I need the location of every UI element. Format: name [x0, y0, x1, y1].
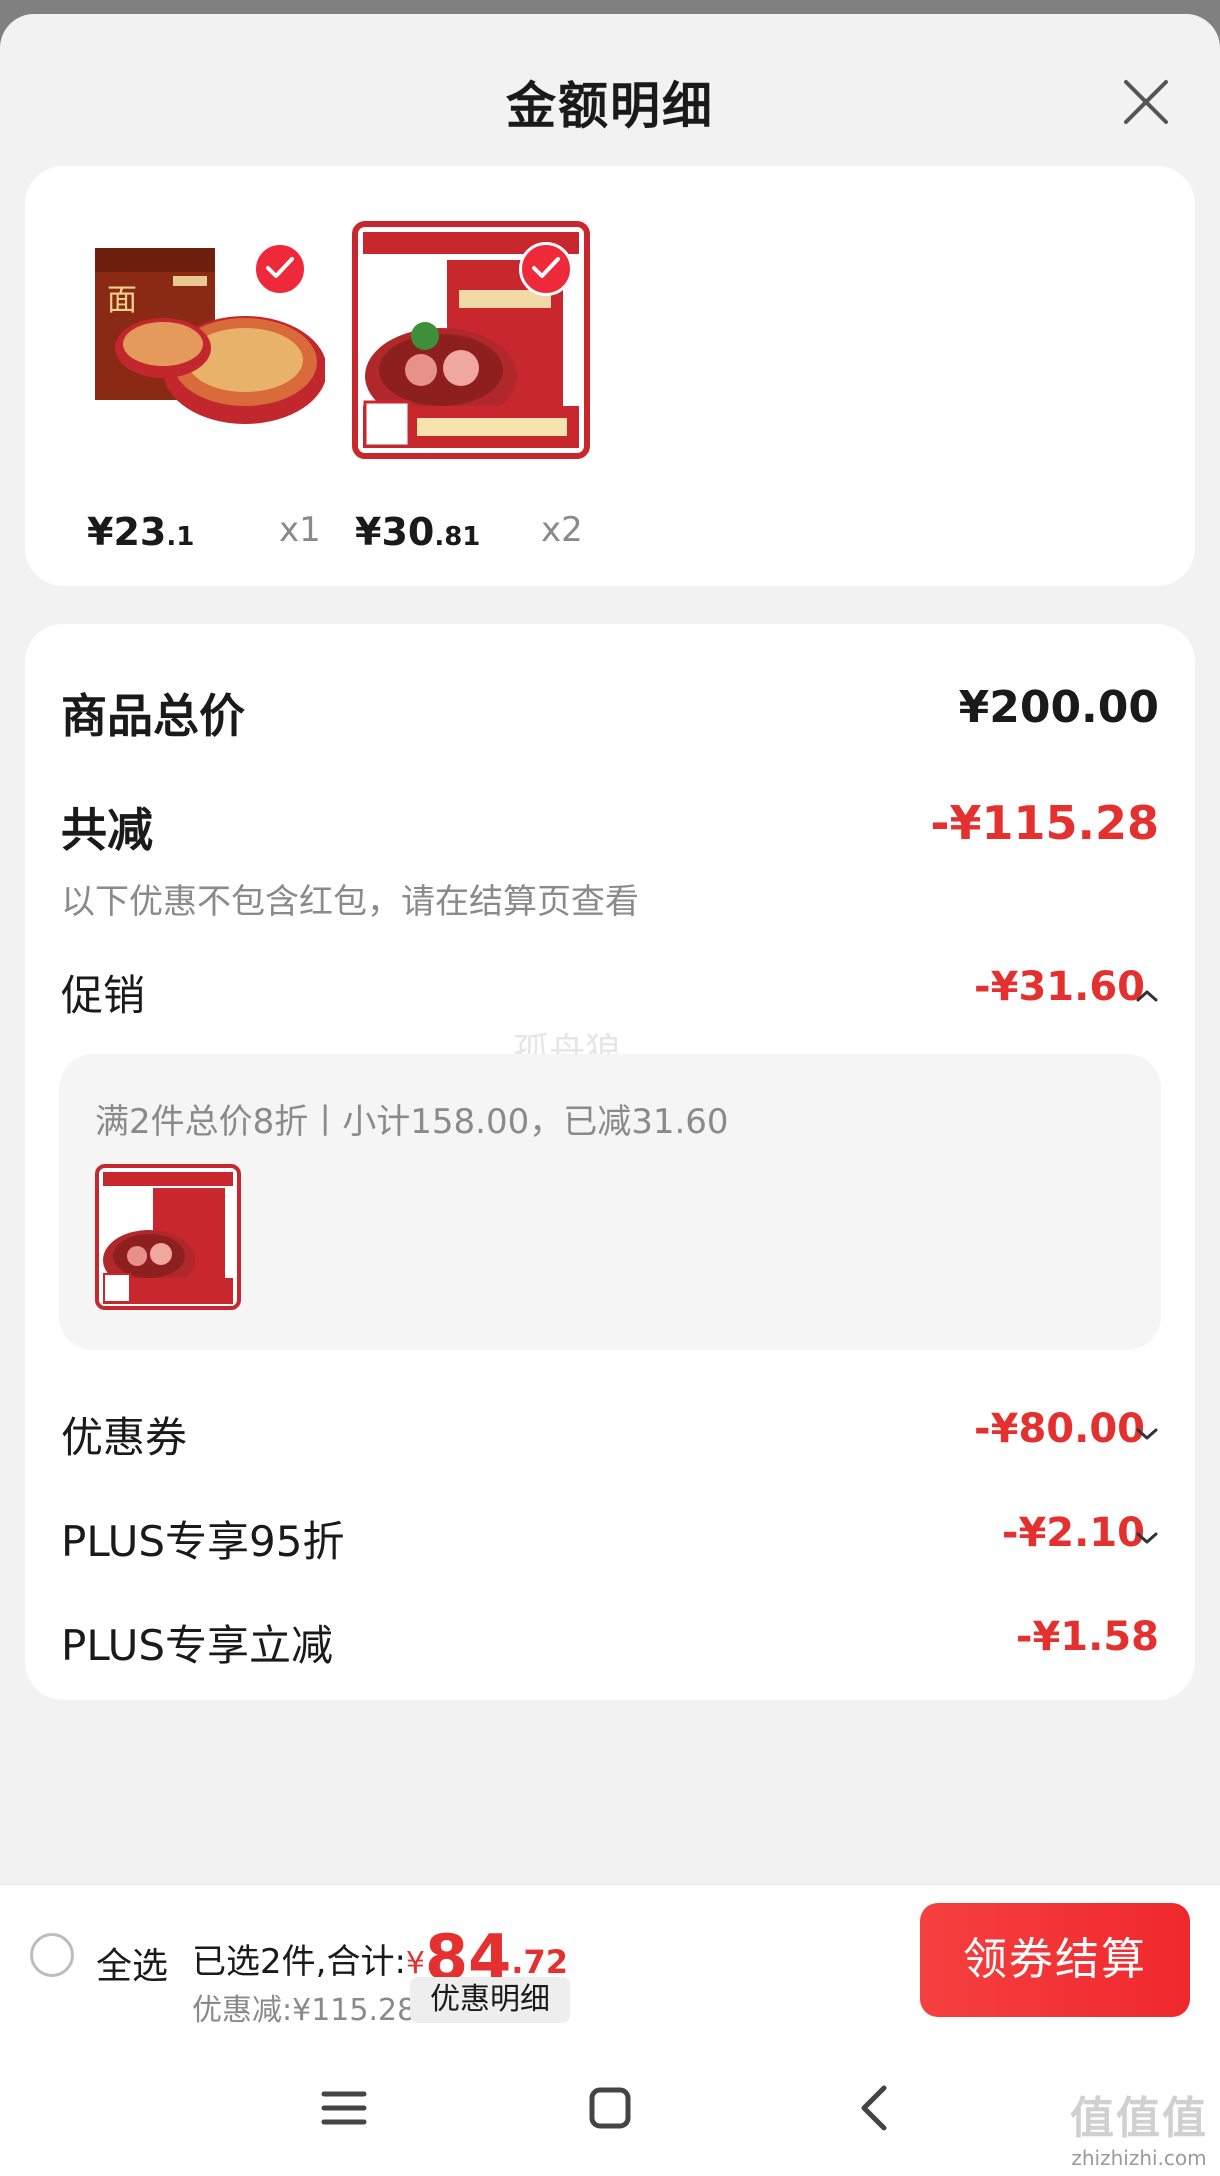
- plus95-value[interactable]: -¥2.10: [1002, 1510, 1145, 1556]
- checked-icon[interactable]: [519, 242, 573, 296]
- checkout-bar: 全选 已选2件,合计:¥84.72 优惠减:¥115.28 优惠明细 领券结算: [0, 1884, 1220, 2035]
- home-icon[interactable]: [580, 2078, 640, 2138]
- saved-amount: 优惠减:¥115.28: [192, 1993, 417, 2028]
- svg-text:面: 面: [107, 283, 137, 318]
- total-currency: ¥: [405, 1946, 425, 1981]
- chevron-up-icon[interactable]: [1135, 988, 1159, 1004]
- back-icon[interactable]: [846, 2078, 906, 2138]
- system-nav-bar: 值值值 zhizhizhi.com: [0, 2034, 1220, 2176]
- product-item-2[interactable]: [351, 220, 591, 520]
- plus95-label[interactable]: PLUS专享95折: [61, 1508, 344, 1569]
- site-watermark: 值值值 zhizhizhi.com: [1070, 2082, 1208, 2170]
- select-all-label[interactable]: 全选: [96, 1937, 168, 1989]
- menu-icon[interactable]: [314, 2078, 374, 2138]
- promo-product-thumb[interactable]: [95, 1164, 241, 1310]
- price-decimal: .1: [166, 522, 195, 552]
- site-watermark-logo: 值值值: [1070, 2093, 1208, 2144]
- product-item-1[interactable]: 面: [85, 220, 325, 520]
- chevron-down-icon[interactable]: [1135, 1530, 1159, 1546]
- product-qty-1: x1: [279, 510, 321, 550]
- promo-detail-box: 满2件总价8折丨小计158.00，已减31.60: [59, 1054, 1161, 1350]
- price-integer: ¥23: [87, 510, 167, 554]
- plus-reduce-label: PLUS专享立减: [61, 1621, 334, 1670]
- close-icon[interactable]: [1118, 74, 1174, 130]
- page-title: 金额明细: [506, 77, 714, 135]
- product-price-2: ¥30.81: [355, 510, 480, 554]
- checked-icon[interactable]: [253, 242, 307, 296]
- select-all-radio[interactable]: [30, 1933, 74, 1977]
- coupon-label[interactable]: 优惠券: [61, 1404, 187, 1465]
- products-card: 面 ¥23.1 x1 ¥30.81 x2: [25, 166, 1195, 586]
- price-decimal: .81: [434, 522, 481, 552]
- site-watermark-url: zhizhizhi.com: [1071, 2146, 1207, 2170]
- price-integer: ¥30: [355, 510, 435, 554]
- selected-count-text: 已选2件,合计:: [192, 1942, 406, 1982]
- total-decimal: .72: [511, 1943, 568, 1981]
- total-reduce-label: 共减: [61, 803, 153, 857]
- total-price-value: ¥200.00: [958, 682, 1159, 733]
- promo-value[interactable]: -¥31.60: [974, 964, 1145, 1010]
- total-price-label: 商品总价: [61, 689, 245, 743]
- discount-detail-button[interactable]: 优惠明细: [410, 1977, 570, 2023]
- checkout-button[interactable]: 领券结算: [920, 1903, 1190, 2017]
- product-qty-2: x2: [541, 510, 583, 550]
- amount-detail-sheet: 金额明细 面 ¥23.1 x1 ¥30.81 x2 商品总价 ¥200.00 共…: [0, 14, 1220, 2176]
- promo-label[interactable]: 促销: [61, 962, 145, 1023]
- price-detail-card: 商品总价 ¥200.00 共减 -¥115.28 以下优惠不包含红包，请在结算页…: [25, 624, 1195, 1700]
- total-reduce-value: -¥115.28: [930, 796, 1159, 850]
- reduce-note: 以下优惠不包含红包，请在结算页查看: [61, 882, 639, 922]
- coupon-value[interactable]: -¥80.00: [974, 1406, 1145, 1452]
- promo-description: 满2件总价8折丨小计158.00，已减31.60: [95, 1102, 729, 1142]
- plus-reduce-value: -¥1.58: [1015, 1614, 1159, 1660]
- product-price-1: ¥23.1: [87, 510, 194, 554]
- chevron-down-icon[interactable]: [1135, 1426, 1159, 1442]
